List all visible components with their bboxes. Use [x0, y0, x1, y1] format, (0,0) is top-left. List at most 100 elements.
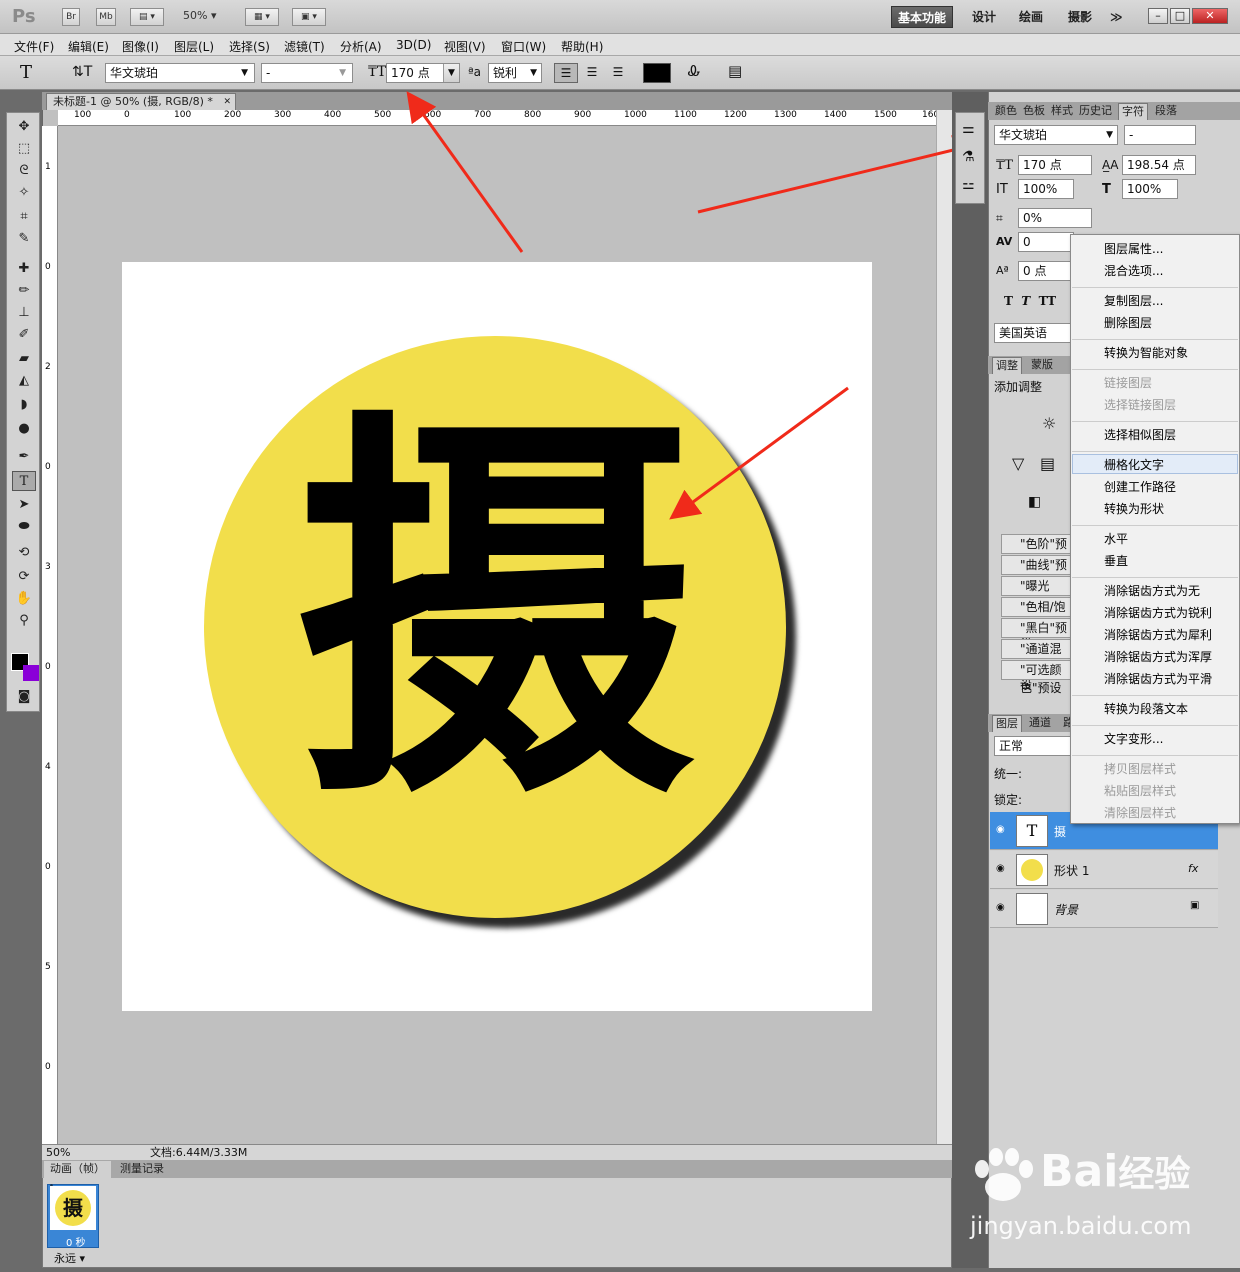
- horizontal-scale-icon: T: [1102, 182, 1111, 197]
- collapsed-panel-strip: [952, 92, 988, 1268]
- character-panel-tabs: 颜色 色板 样式 历史记 字符 段落: [988, 102, 1240, 120]
- menu-duplicate-layer[interactable]: 复制图层...: [1104, 292, 1163, 309]
- menu-select-similar-layers[interactable]: 选择相似图层: [1104, 426, 1176, 443]
- layer-row-background[interactable]: ◉ 背景 ▣: [990, 890, 1218, 928]
- status-document-size[interactable]: 文档:6.44M/3.33M: [150, 1145, 247, 1160]
- status-zoom[interactable]: 50%: [46, 1145, 70, 1160]
- visibility-eye-icon[interactable]: ◉: [996, 824, 1005, 835]
- char-vertical-scale-field[interactable]: 100%: [1018, 179, 1074, 199]
- lock-label: 锁定:: [994, 793, 1023, 807]
- baseline-shift-icon: Aª: [996, 264, 1009, 277]
- watermark-url: jingyan.baidu.com: [970, 1212, 1192, 1240]
- menu-layer-properties[interactable]: 图层属性...: [1104, 240, 1163, 257]
- tab-adjustments[interactable]: 调整: [992, 357, 1022, 374]
- tsume-icon: ⌗: [996, 211, 1003, 225]
- menu-warp-text[interactable]: 文字变形...: [1104, 730, 1163, 747]
- tab-swatches[interactable]: 色板: [1020, 103, 1048, 120]
- tab-animation[interactable]: 动画（帧）: [44, 1161, 111, 1178]
- menu-convert-paragraph-text[interactable]: 转换为段落文本: [1104, 700, 1188, 717]
- menu-antialias-crisp[interactable]: 消除锯齿方式为犀利: [1104, 626, 1212, 643]
- menu-antialias-strong[interactable]: 消除锯齿方式为浑厚: [1104, 648, 1212, 665]
- menu-convert-to-shape[interactable]: 转换为形状: [1104, 500, 1164, 517]
- text-layer-thumbnail: T: [1016, 815, 1048, 847]
- preset-exposure[interactable]: "曝光度"预设: [1001, 576, 1073, 611]
- menu-antialias-smooth[interactable]: 消除锯齿方式为平滑: [1104, 670, 1212, 687]
- visibility-eye-icon[interactable]: ◉: [996, 863, 1005, 874]
- loop-dropdown[interactable]: 永远 ▾: [54, 1250, 85, 1266]
- clone-source-icon[interactable]: ⚗: [962, 149, 975, 165]
- hue-saturation-adjustment-icon[interactable]: ▤: [1040, 454, 1055, 473]
- collapsed-panel-icons: ⚌ ⚗ ⚍: [955, 112, 985, 204]
- tab-history[interactable]: 历史记: [1076, 103, 1115, 120]
- menu-create-work-path[interactable]: 创建工作路径: [1104, 478, 1176, 495]
- watermark-brand: Bai经验: [1040, 1146, 1191, 1197]
- vibrance-adjustment-icon[interactable]: ▽: [1012, 454, 1024, 473]
- photo-filter-adjustment-icon[interactable]: ◧: [1028, 494, 1041, 510]
- brightness-adjustment-icon[interactable]: ☼: [1042, 414, 1056, 433]
- char-font-style-dropdown[interactable]: -: [1124, 125, 1196, 145]
- character-panel-icon[interactable]: ⚌: [962, 121, 975, 137]
- add-adjustment-title: 添加调整: [994, 380, 1043, 394]
- background-layer-thumbnail: [1016, 893, 1048, 925]
- tab-channels[interactable]: 通道: [1026, 715, 1054, 732]
- unify-label: 统一:: [994, 767, 1023, 781]
- char-font-family-dropdown[interactable]: 华文琥珀 ▼: [994, 125, 1118, 145]
- char-kerning-field[interactable]: 0: [1018, 232, 1074, 252]
- tab-character[interactable]: 字符: [1118, 103, 1148, 120]
- preset-hue-saturation[interactable]: "色相/饱和度"预设: [1001, 597, 1073, 650]
- tab-paragraph[interactable]: 段落: [1152, 103, 1180, 120]
- layer-name: 形状 1: [1054, 864, 1090, 878]
- blend-mode-dropdown[interactable]: 正常: [994, 736, 1074, 756]
- vertical-scale-icon: IT: [996, 182, 1008, 197]
- menu-delete-layer[interactable]: 删除图层: [1104, 314, 1152, 331]
- menu-copy-layer-style: 拷贝图层样式: [1104, 762, 1177, 776]
- layer-row-shape[interactable]: ◉ 形状 1 fx: [990, 851, 1218, 889]
- menu-clear-layer-style: 清除图层样式: [1104, 806, 1177, 820]
- menu-rasterize-type[interactable]: 栅格化文字: [1104, 456, 1164, 473]
- layer-name: 背景: [1054, 903, 1079, 917]
- char-size-icon: ₸T: [996, 158, 1013, 173]
- menu-convert-smart-object[interactable]: 转换为智能对象: [1104, 344, 1188, 361]
- baidu-paw-logo: [975, 1148, 1033, 1201]
- tool-presets-icon[interactable]: ⚍: [962, 177, 975, 193]
- preset-selective-color[interactable]: "可选颜色"预设: [1001, 660, 1073, 695]
- menu-vertical[interactable]: 垂直: [1104, 552, 1128, 569]
- preset-black-white[interactable]: "黑白"预设: [1001, 618, 1073, 653]
- char-leading-field[interactable]: 198.54 点: [1122, 155, 1196, 175]
- visibility-eye-icon[interactable]: ◉: [996, 902, 1005, 913]
- preset-curves[interactable]: "曲线"预设: [1001, 555, 1073, 590]
- layer-effects-icon[interactable]: fx: [1188, 862, 1198, 875]
- shape-layer-thumbnail: [1016, 854, 1048, 886]
- preset-levels[interactable]: "色阶"预设: [1001, 534, 1073, 569]
- frame-delay[interactable]: 0 秒: [66, 1234, 86, 1249]
- arrow-to-font-size: [406, 91, 524, 253]
- tab-color[interactable]: 颜色: [992, 103, 1020, 120]
- arrow-to-text: [669, 386, 849, 520]
- layer-name: 摄: [1054, 825, 1067, 839]
- tab-masks[interactable]: 蒙版: [1028, 357, 1056, 374]
- menu-paste-layer-style: 粘贴图层样式: [1104, 784, 1177, 798]
- menu-horizontal[interactable]: 水平: [1104, 530, 1128, 547]
- menu-blending-options[interactable]: 混合选项...: [1104, 262, 1163, 279]
- menu-antialias-sharp[interactable]: 消除锯齿方式为锐利: [1104, 604, 1212, 621]
- kerning-icon: AV: [996, 235, 1013, 248]
- arrow-to-character-panel: [697, 135, 984, 214]
- char-horizontal-scale-field[interactable]: 100%: [1122, 179, 1178, 199]
- status-bar: 50% 文档:6.44M/3.33M: [42, 1144, 952, 1160]
- menu-select-linked-layers: 选择链接图层: [1104, 398, 1177, 412]
- char-baseline-field[interactable]: 0 点: [1018, 261, 1074, 281]
- frame-thumbnail-circle: 摄: [55, 1190, 91, 1226]
- char-tsume-field[interactable]: 0%: [1018, 208, 1092, 228]
- char-language-dropdown[interactable]: 美国英语: [994, 323, 1074, 343]
- char-font-size-field[interactable]: 170 点: [1018, 155, 1092, 175]
- leading-icon: A̲A: [1102, 158, 1119, 172]
- tab-styles[interactable]: 样式: [1048, 103, 1076, 120]
- faux-style-buttons[interactable]: T T TT: [1004, 294, 1056, 308]
- menu-link-layers: 链接图层: [1104, 376, 1153, 390]
- animation-panel-tabs: 动画（帧） 测量记录: [42, 1160, 952, 1178]
- preset-channel-mixer[interactable]: "通道混和器"预设: [1001, 639, 1073, 692]
- lock-icon: ▣: [1190, 900, 1200, 911]
- tab-layers[interactable]: 图层: [992, 715, 1022, 732]
- menu-antialias-none[interactable]: 消除锯齿方式为无: [1104, 582, 1200, 599]
- tab-measurement-log[interactable]: 测量记录: [114, 1161, 170, 1178]
